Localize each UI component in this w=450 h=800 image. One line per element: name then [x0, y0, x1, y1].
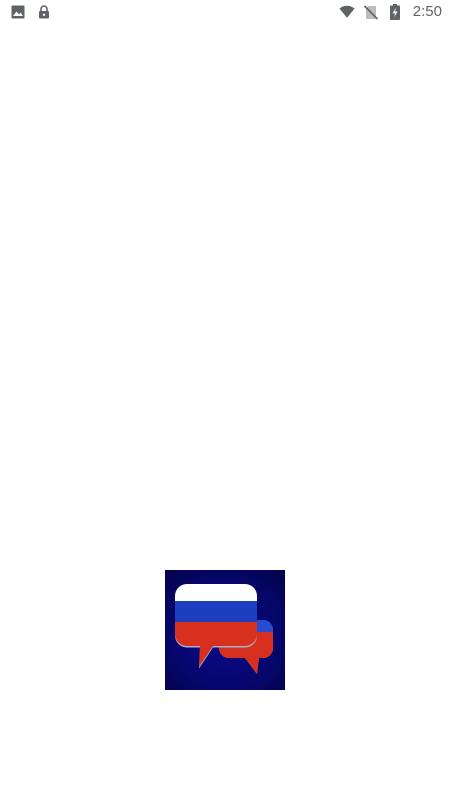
wifi-icon [339, 4, 355, 20]
status-time: 2:50 [412, 3, 442, 20]
russian-flag-chat-bubbles-logo [175, 584, 273, 674]
status-bar: 2:50 [0, 0, 450, 24]
battery-charging-icon [387, 4, 403, 20]
splash-content [0, 24, 450, 800]
status-bar-left [10, 0, 52, 24]
status-bar-right: 2:50 [339, 0, 442, 24]
image-notification-icon [10, 4, 26, 20]
lock-notification-icon [36, 4, 52, 20]
app-logo [165, 570, 285, 690]
no-sim-icon [363, 4, 379, 20]
app-screen: 2:50 [0, 0, 450, 800]
